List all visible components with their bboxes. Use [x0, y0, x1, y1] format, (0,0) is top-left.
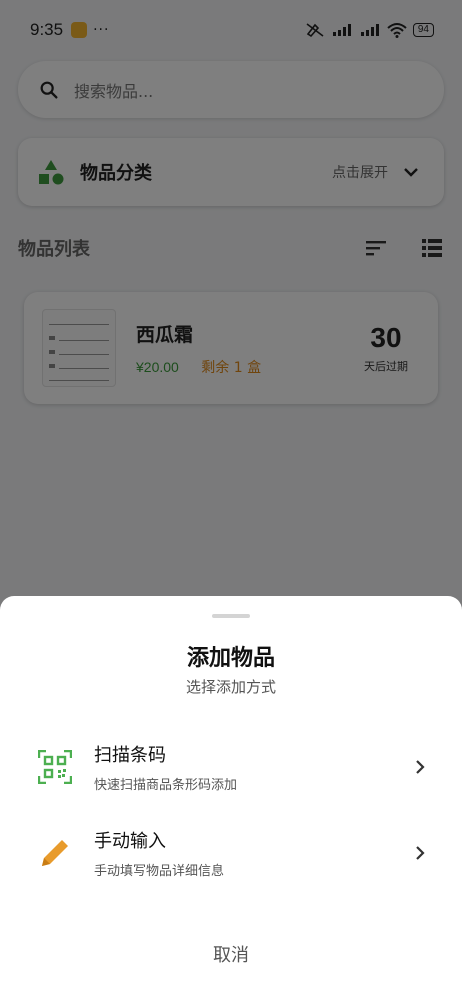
option-text: 手动输入 手动填写物品详细信息 [94, 827, 224, 879]
drag-handle[interactable] [212, 614, 250, 618]
qr-scan-icon [36, 748, 74, 786]
option-desc: 快速扫描商品条形码添加 [94, 778, 238, 793]
sheet-subtitle: 选择添加方式 [185, 678, 276, 696]
option-desc: 手动填写物品详细信息 [94, 864, 225, 879]
add-item-sheet: 添加物品 选择添加方式 扫描条码 快速扫描商品条形码添加 手动输入 手动填写物品… [0, 596, 462, 1000]
pencil-icon [36, 834, 74, 872]
sheet-title: 添加物品 [186, 646, 275, 671]
option-title: 手动输入 [94, 831, 166, 852]
option-manual-input[interactable]: 手动输入 手动填写物品详细信息 [20, 818, 442, 888]
option-title: 扫描条码 [94, 745, 166, 766]
cancel-button[interactable]: 取消 [180, 934, 282, 974]
chevron-right-icon [416, 760, 425, 774]
chevron-right-icon [416, 846, 425, 860]
option-text: 扫描条码 快速扫描商品条形码添加 [94, 741, 237, 793]
option-scan-barcode[interactable]: 扫描条码 快速扫描商品条形码添加 [20, 732, 442, 802]
